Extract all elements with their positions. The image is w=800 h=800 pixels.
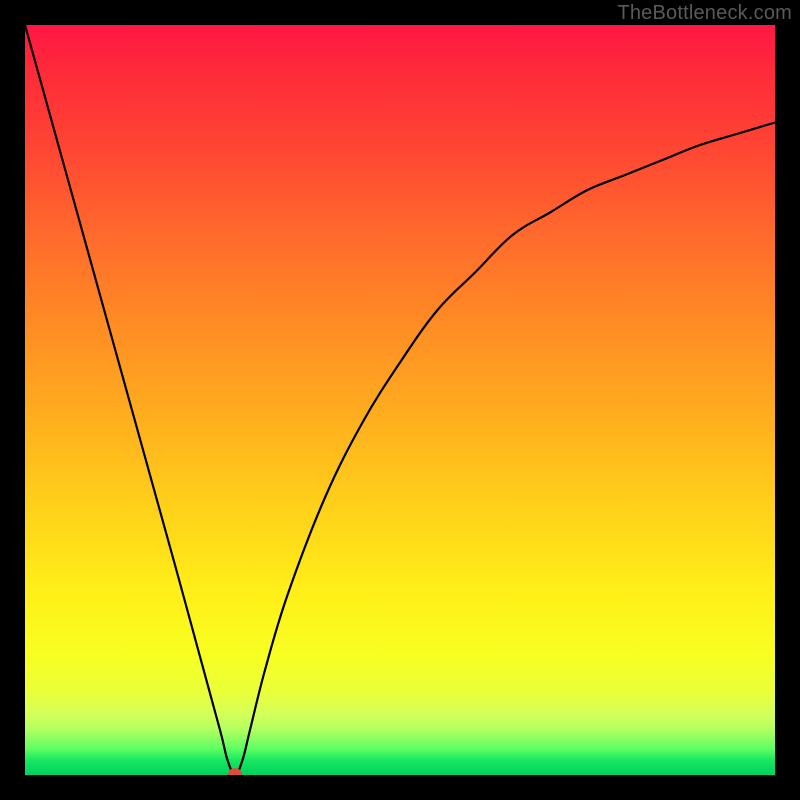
bottleneck-curve bbox=[25, 25, 775, 775]
watermark-text: TheBottleneck.com bbox=[617, 2, 792, 25]
chart-container: TheBottleneck.com bbox=[0, 0, 800, 800]
optimum-marker bbox=[228, 768, 242, 775]
plot-area bbox=[25, 25, 775, 775]
curve-svg bbox=[25, 25, 775, 775]
